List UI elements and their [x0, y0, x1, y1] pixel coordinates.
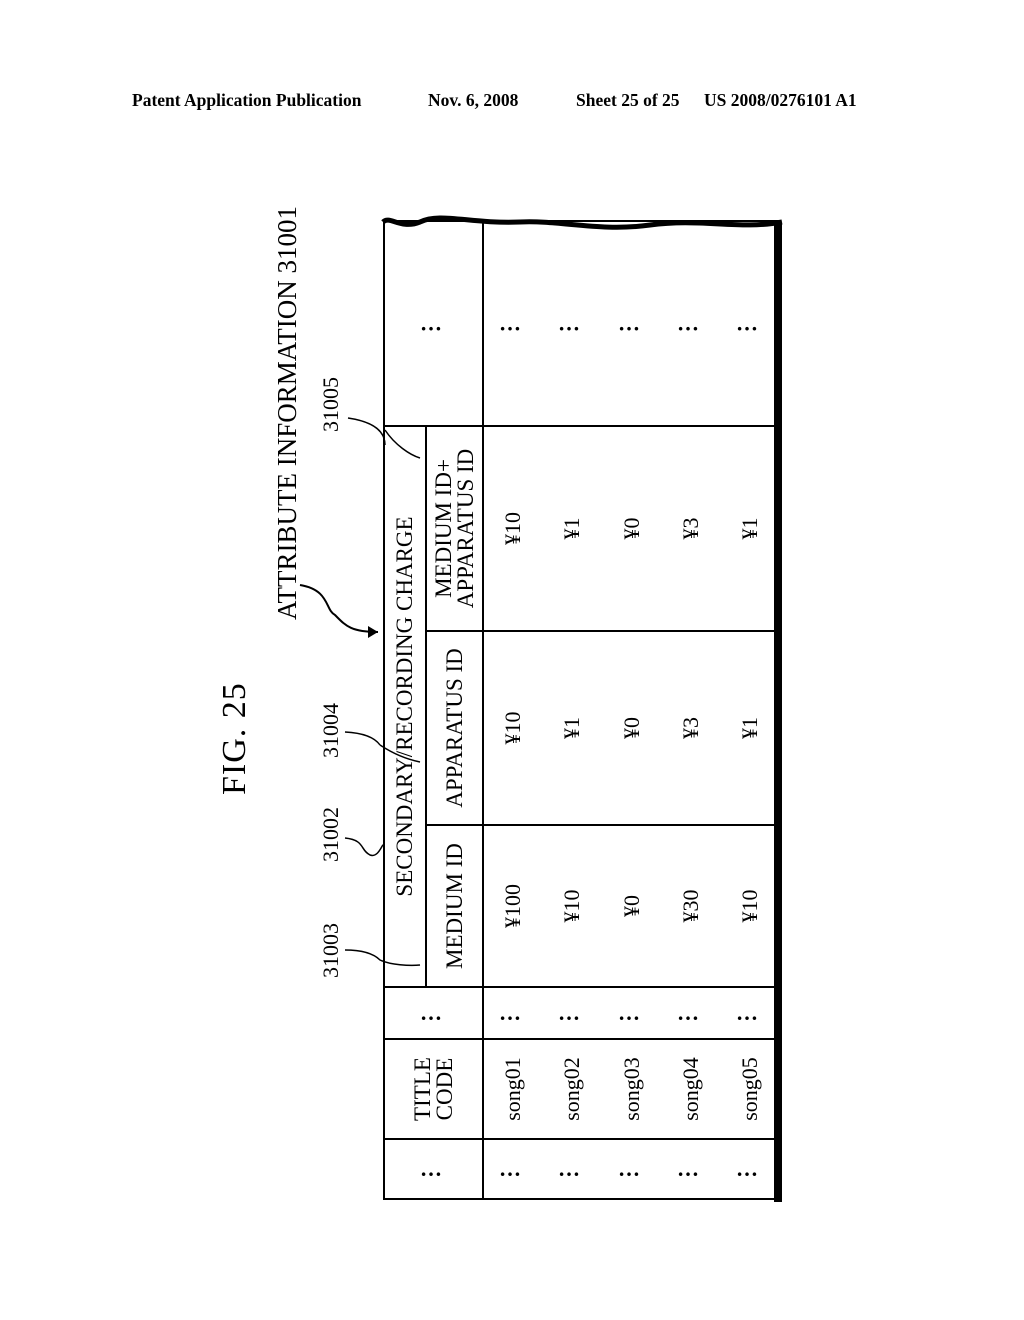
- ellipsis-cell: …: [483, 987, 543, 1039]
- medium-apparatus-id-charge-cell: ¥1: [720, 425, 780, 631]
- table-row: … song05… ¥10 ¥1 ¥1…: [720, 220, 780, 1199]
- ellipsis-cell: …: [601, 220, 662, 426]
- apparatus-id-charge-cell: ¥1: [720, 631, 780, 825]
- page-header: Patent Application Publication Nov. 6, 2…: [0, 90, 1024, 114]
- table-header-row: … TITLE CODE … SECONDARY/RECORDING CHARG…: [384, 220, 484, 1199]
- apparatus-id-charge-cell: ¥0: [601, 631, 662, 825]
- leader-31005: [347, 417, 386, 446]
- secondary-recording-charge-header: SECONDARY/RECORDING CHARGE: [384, 425, 427, 987]
- ellipsis-cell: …: [720, 987, 780, 1039]
- ellipsis-cell: …: [384, 987, 484, 1039]
- medium-id-charge-cell: ¥0: [601, 825, 662, 987]
- patent-number: US 2008/0276101 A1: [704, 90, 857, 110]
- title-code-cell: song03: [601, 1039, 662, 1139]
- ref-31004: 31004: [318, 703, 343, 758]
- ellipsis-cell: …: [661, 987, 721, 1039]
- attribute-information-label: ATTRIBUTE INFORMATION 31001: [272, 206, 302, 620]
- ref-31002: 31002: [318, 807, 343, 862]
- ellipsis-cell: …: [542, 220, 602, 426]
- table-row: … song01… ¥100 ¥10 ¥10…: [483, 220, 543, 1199]
- medium-apparatus-id-header: MEDIUM ID+ APPARATUS ID: [426, 425, 484, 631]
- table-right-border: [774, 222, 782, 1202]
- medium-id-charge-cell: ¥100: [483, 825, 543, 987]
- title-code-cell: song02: [542, 1039, 602, 1139]
- publication-label: Patent Application Publication: [132, 90, 362, 110]
- medium-apparatus-id-charge-cell: ¥1: [542, 425, 602, 631]
- ellipsis-cell: …: [720, 220, 780, 426]
- attribute-table: … TITLE CODE … SECONDARY/RECORDING CHARG…: [383, 220, 780, 1200]
- ellipsis-cell: …: [661, 220, 721, 426]
- table-row: … song02… ¥10 ¥1 ¥1…: [542, 220, 602, 1199]
- ellipsis-cell: …: [542, 1139, 602, 1199]
- ellipsis-cell: …: [661, 1139, 721, 1199]
- ellipsis-cell: …: [384, 220, 484, 426]
- medium-id-charge-cell: ¥10: [542, 825, 602, 987]
- title-code-cell: song05: [720, 1039, 780, 1139]
- table-row: … song04… ¥30 ¥3 ¥3…: [661, 220, 721, 1199]
- medium-apparatus-id-charge-cell: ¥3: [661, 425, 721, 631]
- title-code-header: TITLE CODE: [384, 1039, 484, 1139]
- leader-31004: [344, 731, 381, 746]
- medium-id-header: MEDIUM ID: [426, 825, 484, 987]
- medium-id-charge-cell: ¥30: [661, 825, 721, 987]
- ellipsis-cell: …: [601, 987, 662, 1039]
- sheet-number: Sheet 25 of 25: [576, 90, 680, 110]
- apparatus-id-charge-cell: ¥1: [542, 631, 602, 825]
- ellipsis-cell: …: [542, 987, 602, 1039]
- leader-31002: [344, 837, 384, 857]
- title-code-cell: song01: [483, 1039, 543, 1139]
- ellipsis-cell: …: [601, 1139, 662, 1199]
- publication-date: Nov. 6, 2008: [428, 90, 519, 110]
- apparatus-id-charge-cell: ¥10: [483, 631, 543, 825]
- arrowhead: [368, 626, 378, 638]
- apparatus-id-charge-cell: ¥3: [661, 631, 721, 825]
- title-code-cell: song04: [661, 1039, 721, 1139]
- attribute-leader-arrow: [299, 584, 379, 633]
- ellipsis-cell: …: [483, 220, 543, 426]
- table-row: … song03… ¥0 ¥0 ¥0…: [601, 220, 662, 1199]
- medium-apparatus-id-charge-cell: ¥0: [601, 425, 662, 631]
- medium-id-charge-cell: ¥10: [720, 825, 780, 987]
- ref-31003: 31003: [318, 923, 343, 978]
- figure-label: FIG. 25: [216, 682, 253, 795]
- ellipsis-cell: …: [720, 1139, 780, 1199]
- medium-apparatus-id-charge-cell: ¥10: [483, 425, 543, 631]
- ellipsis-cell: …: [483, 1139, 543, 1199]
- ellipsis-cell: …: [384, 1139, 484, 1199]
- apparatus-id-header: APPARATUS ID: [426, 631, 484, 825]
- ref-31005: 31005: [318, 377, 343, 432]
